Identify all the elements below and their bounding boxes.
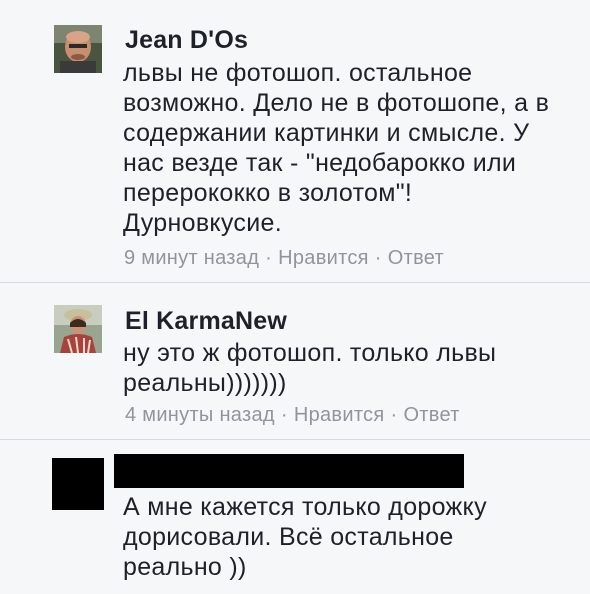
comment-jean-dos: Jean D'Os львы не фотошоп. остальное воз… [0, 0, 590, 282]
reply-link[interactable]: Ответ [403, 404, 459, 426]
comment-text-line: Дурновкусие. [123, 209, 282, 237]
reply-link[interactable]: Ответ [388, 247, 444, 269]
meta-separator: · [374, 247, 382, 269]
comment-text-line: дорисовали. Всё остальное [123, 523, 454, 551]
avatar[interactable] [54, 305, 102, 354]
comment-meta: 4 минуты назад · Нравится · Ответ [125, 404, 460, 427]
comment-text: ну это ж фотошоп. только львы реальны)))… [123, 338, 496, 398]
like-link[interactable]: Нравится [294, 404, 385, 426]
comment-text-line: реальны))))))) [123, 369, 287, 397]
comment-text: А мне кажется только дорожку дорисовали.… [123, 492, 487, 582]
comment-text-line: львы не фотошоп. остальное [123, 59, 473, 87]
comment-author[interactable]: Jean D'Os [125, 26, 248, 55]
avatar[interactable] [54, 25, 102, 73]
meta-separator: · [265, 247, 273, 269]
comment-el-karmanew: El KarmaNew ну это ж фотошоп. только льв… [0, 283, 590, 439]
comment-text-line: возможно. Дело не в фотошопе, а в [123, 89, 550, 117]
avatar-photo-icon [54, 25, 102, 73]
comment-text: львы не фотошоп. остальное возможно. Дел… [123, 58, 549, 238]
avatar-photo-icon [54, 305, 102, 354]
meta-separator: · [390, 404, 398, 426]
comment-text-line: ну это ж фотошоп. только львы [123, 339, 497, 367]
comment-redacted: А мне кажется только дорожку дорисовали.… [0, 440, 590, 594]
meta-separator: · [280, 404, 288, 426]
comment-text-line: А мне кажется только дорожку [123, 493, 487, 521]
comment-timestamp[interactable]: 4 минуты назад [125, 404, 275, 426]
comment-author[interactable]: El KarmaNew [125, 307, 287, 336]
redacted-avatar [52, 458, 104, 510]
comment-text-line: нас везде так - "недобарокко или [123, 149, 517, 177]
comment-text-line: содержании картинки и смысле. У [123, 119, 530, 147]
comment-meta: 9 минут назад · Нравится · Ответ [124, 247, 444, 270]
comment-text-line: реально )) [123, 553, 247, 581]
redacted-author-name [114, 454, 464, 488]
like-link[interactable]: Нравится [278, 247, 369, 269]
comment-timestamp[interactable]: 9 минут назад [124, 247, 259, 269]
comment-text-line: перерококко в золотом"! [123, 179, 413, 207]
